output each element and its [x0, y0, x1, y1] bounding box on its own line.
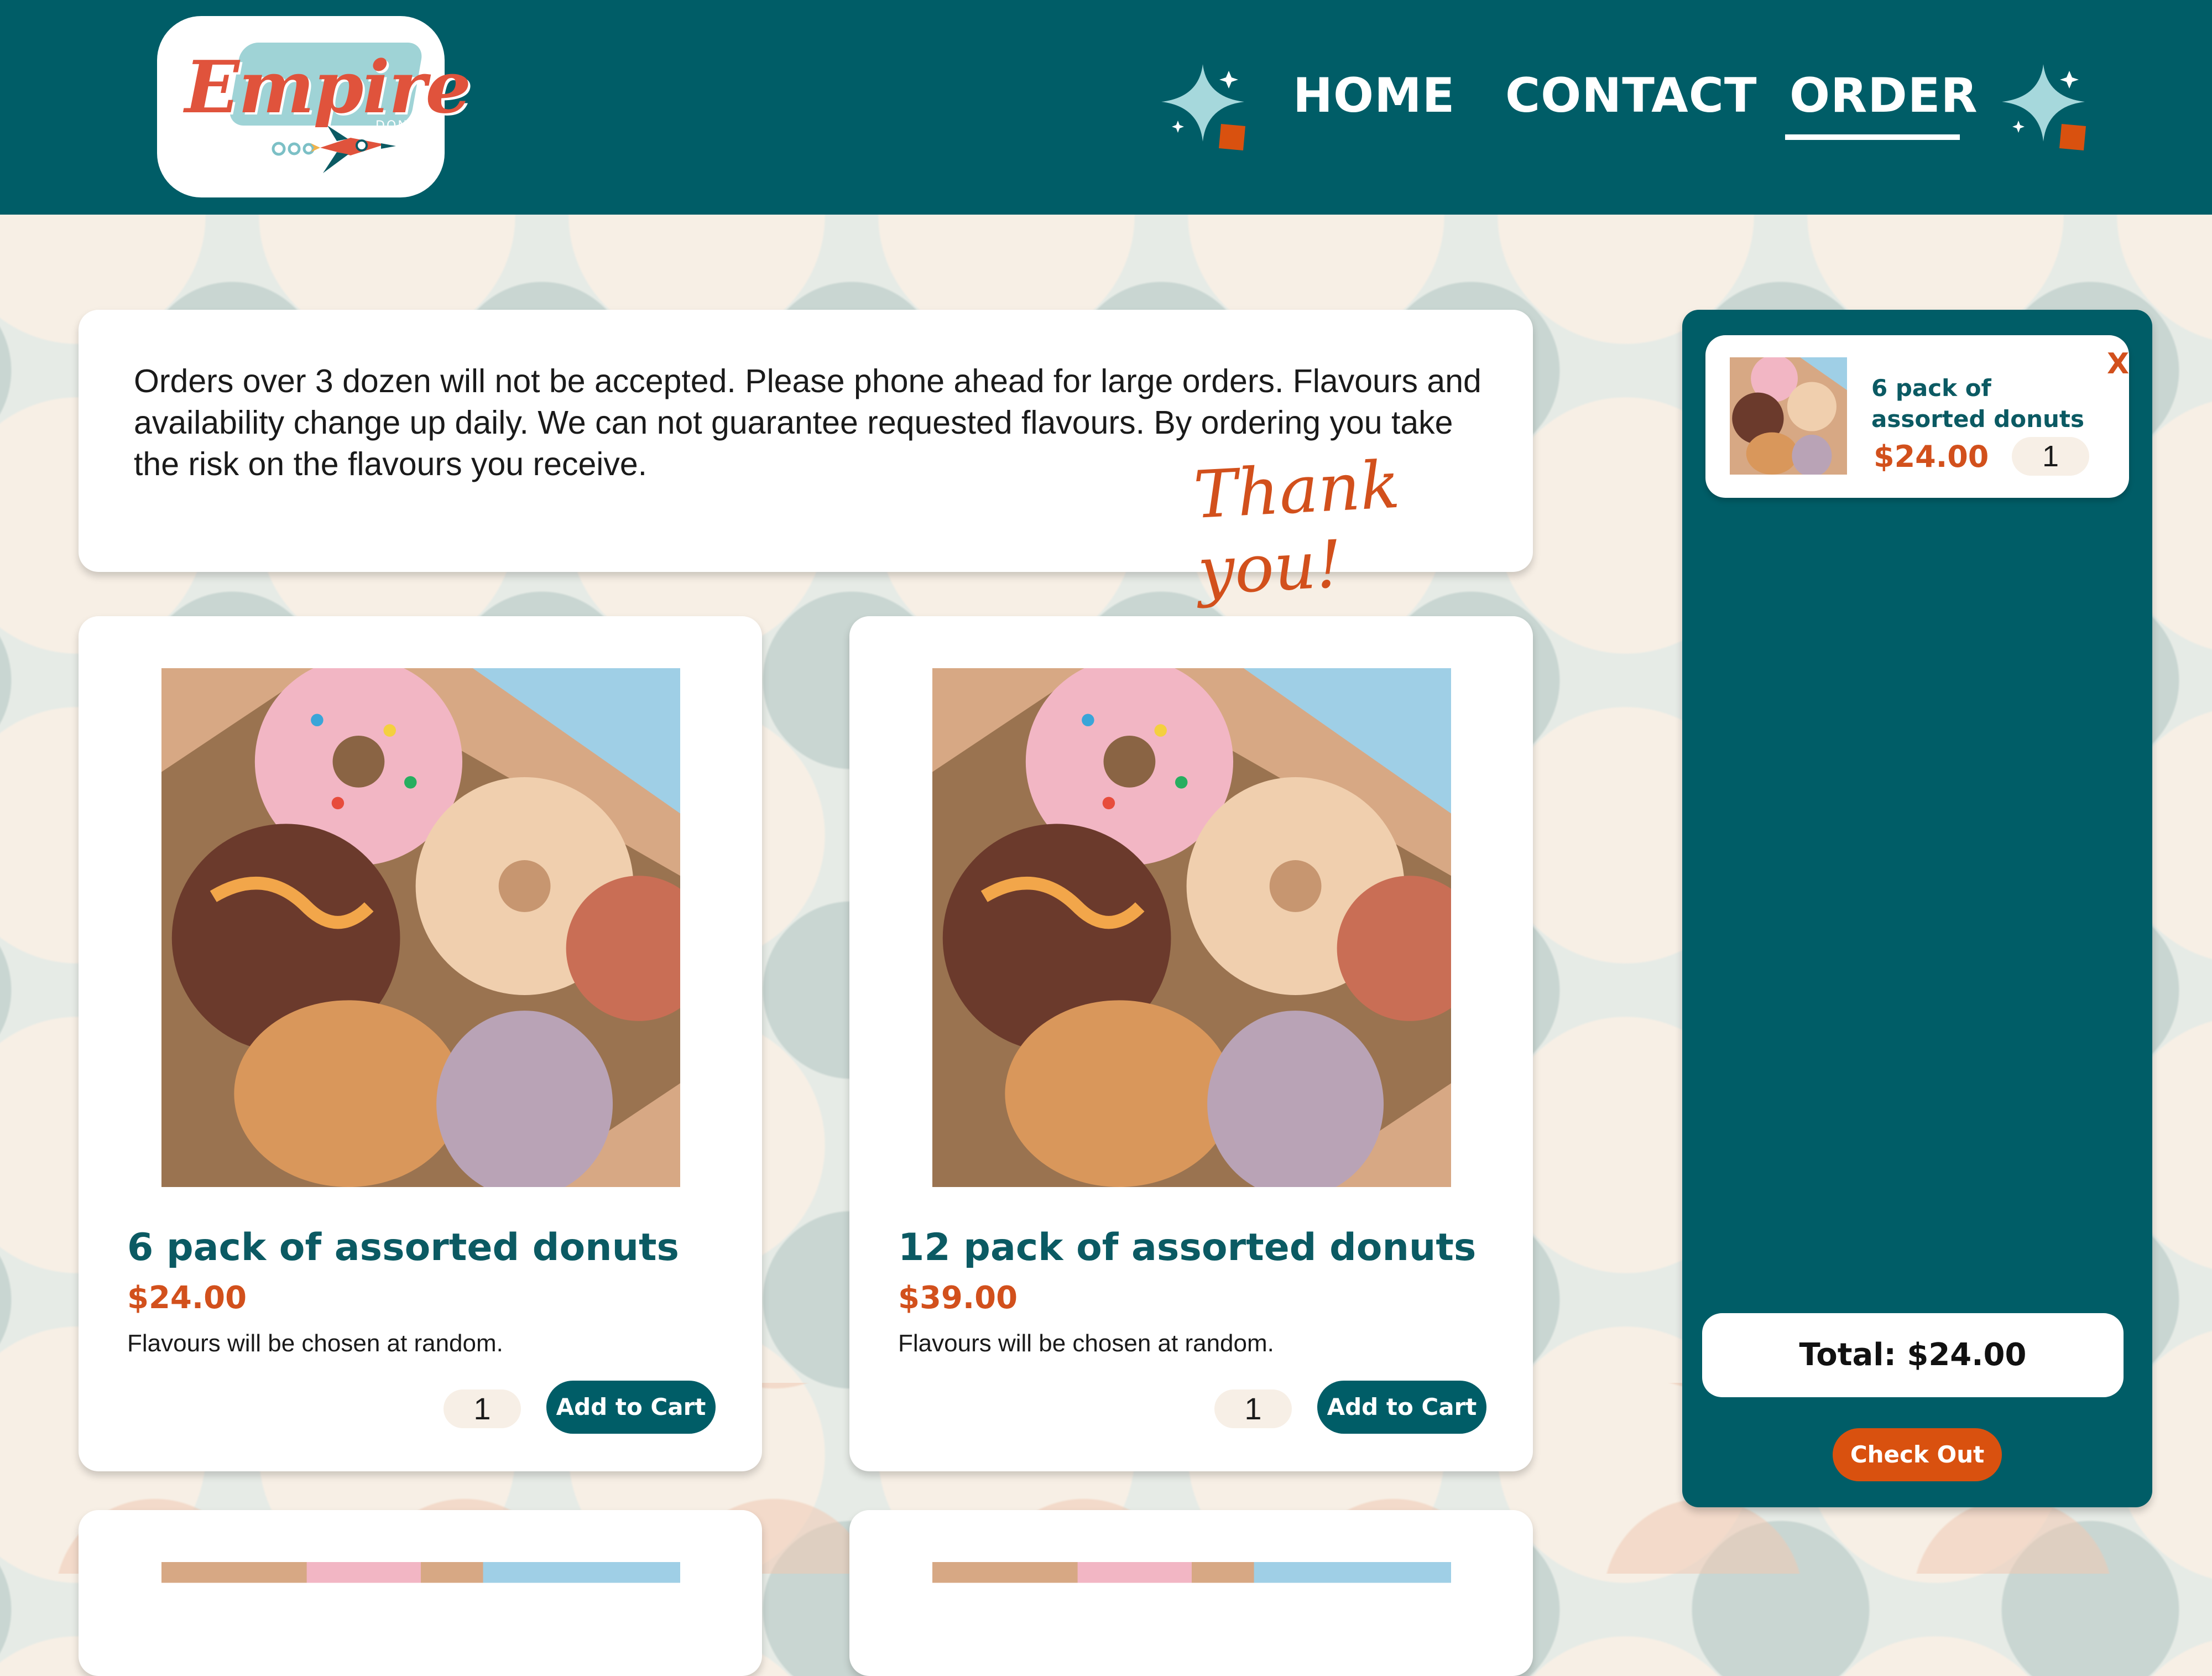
product-title: 6 pack of assorted donuts — [127, 1226, 679, 1269]
product-card: 6 pack of assorted donuts $24.00 Flavour… — [79, 616, 762, 1471]
nav-home[interactable]: HOME — [1293, 72, 1455, 119]
product-card — [79, 1510, 762, 1676]
add-to-cart-button[interactable]: Add to Cart — [546, 1381, 716, 1434]
nav-contact[interactable]: CONTACT — [1505, 72, 1757, 119]
checkout-button[interactable]: Check Out — [1833, 1428, 2002, 1481]
cart-quantity-input[interactable]: 1 — [2012, 437, 2089, 476]
cart-item-price: $24.00 — [1874, 439, 1989, 474]
thank-you-signoff: Thank you! — [1192, 446, 1402, 610]
cart-total: Total: $24.00 — [1702, 1313, 2124, 1397]
active-nav-underline — [1785, 134, 1960, 140]
sparkle-icon — [2002, 64, 2086, 150]
product-card: 12 pack of assorted donuts $39.00 Flavou… — [849, 616, 1533, 1471]
product-card — [849, 1510, 1533, 1676]
donut-photo — [161, 1562, 680, 1584]
add-to-cart-button[interactable]: Add to Cart — [1317, 1381, 1486, 1434]
cart-item: 6 pack of assorted donuts $24.00 1 X — [1705, 335, 2129, 498]
donut-thumbnail — [1730, 357, 1847, 475]
site-header: Empire DONUTS HOME CONTACT ORDER — [0, 0, 2212, 215]
cart-item-name: 6 pack of assorted donuts — [1871, 374, 2084, 433]
product-price: $24.00 — [127, 1280, 247, 1316]
donut-photo — [932, 668, 1451, 1187]
order-notice: Orders over 3 dozen will not be accepted… — [79, 310, 1533, 610]
product-description: Flavours will be chosen at random. — [127, 1330, 503, 1357]
product-description: Flavours will be chosen at random. — [898, 1330, 1274, 1357]
quantity-input[interactable]: 1 — [444, 1389, 521, 1428]
nav-order[interactable]: ORDER — [1790, 72, 1978, 119]
rocket-icon — [272, 126, 396, 173]
empire-donuts-logo[interactable]: Empire DONUTS — [157, 16, 471, 197]
cart-panel: 6 pack of assorted donuts $24.00 1 X Tot… — [1682, 310, 2152, 1507]
sparkle-icon — [1161, 64, 1245, 150]
donut-photo — [161, 668, 680, 1187]
quantity-input[interactable]: 1 — [1214, 1389, 1292, 1428]
donut-photo — [932, 1562, 1451, 1584]
remove-item-button[interactable]: X — [2107, 347, 2129, 381]
product-price: $39.00 — [898, 1280, 1018, 1316]
product-title: 12 pack of assorted donuts — [898, 1226, 1477, 1269]
